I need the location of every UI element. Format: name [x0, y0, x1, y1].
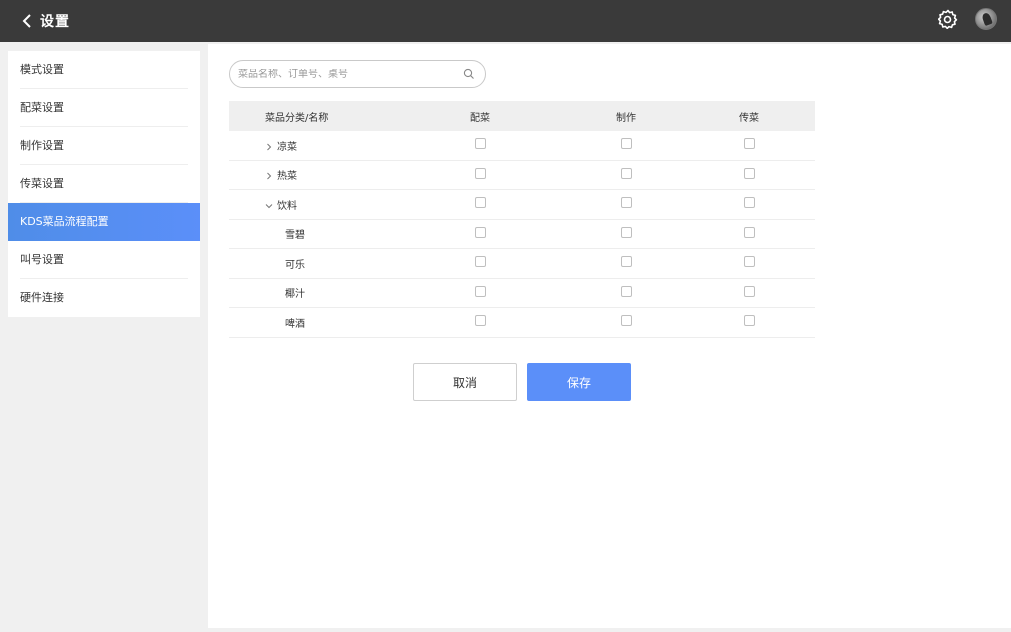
peicai-checkbox[interactable]: [474, 226, 486, 238]
chevron-right-icon[interactable]: [265, 172, 273, 180]
search-icon[interactable]: [463, 68, 475, 80]
sidebar-item-label: 硬件连接: [20, 291, 64, 304]
chevron-right-icon[interactable]: [265, 143, 273, 151]
sidebar-item-label: 叫号设置: [20, 253, 64, 266]
table-row: 可乐: [229, 249, 815, 279]
peicai-checkbox[interactable]: [474, 167, 486, 179]
column-header-peicai: 配菜: [470, 112, 490, 124]
category-name: 饮料: [277, 200, 297, 212]
chuancai-checkbox[interactable]: [743, 256, 755, 268]
sidebar-item-label: 制作设置: [20, 139, 64, 152]
dish-name: 可乐: [285, 259, 305, 271]
zhizuo-checkbox[interactable]: [620, 167, 632, 179]
table-row: 椰汁: [229, 279, 815, 308]
sidebar: 模式设置 配菜设置 制作设置 传菜设置 KDS菜品流程配置 叫号设置 硬件连接: [8, 51, 200, 317]
column-header-name: 菜品分类/名称: [265, 112, 329, 124]
save-button[interactable]: 保存: [527, 363, 631, 401]
chuancai-checkbox[interactable]: [743, 315, 755, 327]
zhizuo-checkbox[interactable]: [620, 197, 632, 209]
sidebar-item-chuancai[interactable]: 传菜设置: [8, 165, 200, 203]
sidebar-item-label: 配菜设置: [20, 101, 64, 114]
search-box: [229, 60, 486, 88]
main-panel: 菜品分类/名称 配菜 制作 传菜 凉菜 热菜 饮料 雪碧: [208, 44, 1011, 628]
zhizuo-checkbox[interactable]: [620, 226, 632, 238]
zhizuo-checkbox[interactable]: [620, 138, 632, 150]
table-row: 凉菜: [229, 131, 815, 161]
table-row: 热菜: [229, 161, 815, 190]
dish-flow-table: 菜品分类/名称 配菜 制作 传菜 凉菜 热菜 饮料 雪碧 可乐 椰汁 啤酒: [229, 101, 815, 338]
peicai-checkbox[interactable]: [474, 285, 486, 297]
gear-icon[interactable]: [937, 8, 959, 30]
sidebar-item-zhizuo[interactable]: 制作设置: [8, 127, 200, 165]
column-header-zhizuo: 制作: [616, 112, 636, 124]
peicai-checkbox[interactable]: [474, 138, 486, 150]
sidebar-item-call-number[interactable]: 叫号设置: [8, 241, 200, 279]
cancel-button[interactable]: 取消: [413, 363, 517, 401]
sidebar-item-kds-flow[interactable]: KDS菜品流程配置: [8, 203, 200, 241]
sidebar-item-label: KDS菜品流程配置: [20, 215, 109, 228]
chuancai-checkbox[interactable]: [743, 285, 755, 297]
dish-name: 雪碧: [285, 230, 305, 242]
peicai-checkbox[interactable]: [474, 315, 486, 327]
top-bar: 设置: [0, 0, 1011, 42]
sidebar-item-hardware[interactable]: 硬件连接: [8, 279, 200, 317]
page-title: 设置: [40, 14, 70, 30]
chuancai-checkbox[interactable]: [743, 138, 755, 150]
sidebar-item-label: 传菜设置: [20, 177, 64, 190]
category-name: 热菜: [277, 171, 297, 183]
table-row: 雪碧: [229, 220, 815, 249]
sidebar-item-label: 模式设置: [20, 63, 64, 76]
avatar[interactable]: [975, 8, 997, 30]
chuancai-checkbox[interactable]: [743, 197, 755, 209]
table-header: 菜品分类/名称 配菜 制作 传菜: [229, 101, 815, 131]
chuancai-checkbox[interactable]: [743, 226, 755, 238]
sidebar-item-peicai[interactable]: 配菜设置: [8, 89, 200, 127]
sidebar-item-mode[interactable]: 模式设置: [8, 51, 200, 89]
zhizuo-checkbox[interactable]: [620, 285, 632, 297]
back-button[interactable]: 设置: [20, 11, 70, 31]
table-row: 啤酒: [229, 308, 815, 338]
category-name: 凉菜: [277, 141, 297, 153]
column-header-chuancai: 传菜: [739, 112, 759, 124]
dish-name: 椰汁: [285, 289, 305, 301]
chevron-down-icon[interactable]: [265, 202, 273, 210]
search-input[interactable]: [238, 68, 458, 80]
peicai-checkbox[interactable]: [474, 256, 486, 268]
table-row: 饮料: [229, 190, 815, 220]
zhizuo-checkbox[interactable]: [620, 315, 632, 327]
zhizuo-checkbox[interactable]: [620, 256, 632, 268]
peicai-checkbox[interactable]: [474, 197, 486, 209]
dish-name: 啤酒: [285, 318, 305, 330]
chevron-left-icon[interactable]: [20, 14, 34, 28]
chuancai-checkbox[interactable]: [743, 167, 755, 179]
